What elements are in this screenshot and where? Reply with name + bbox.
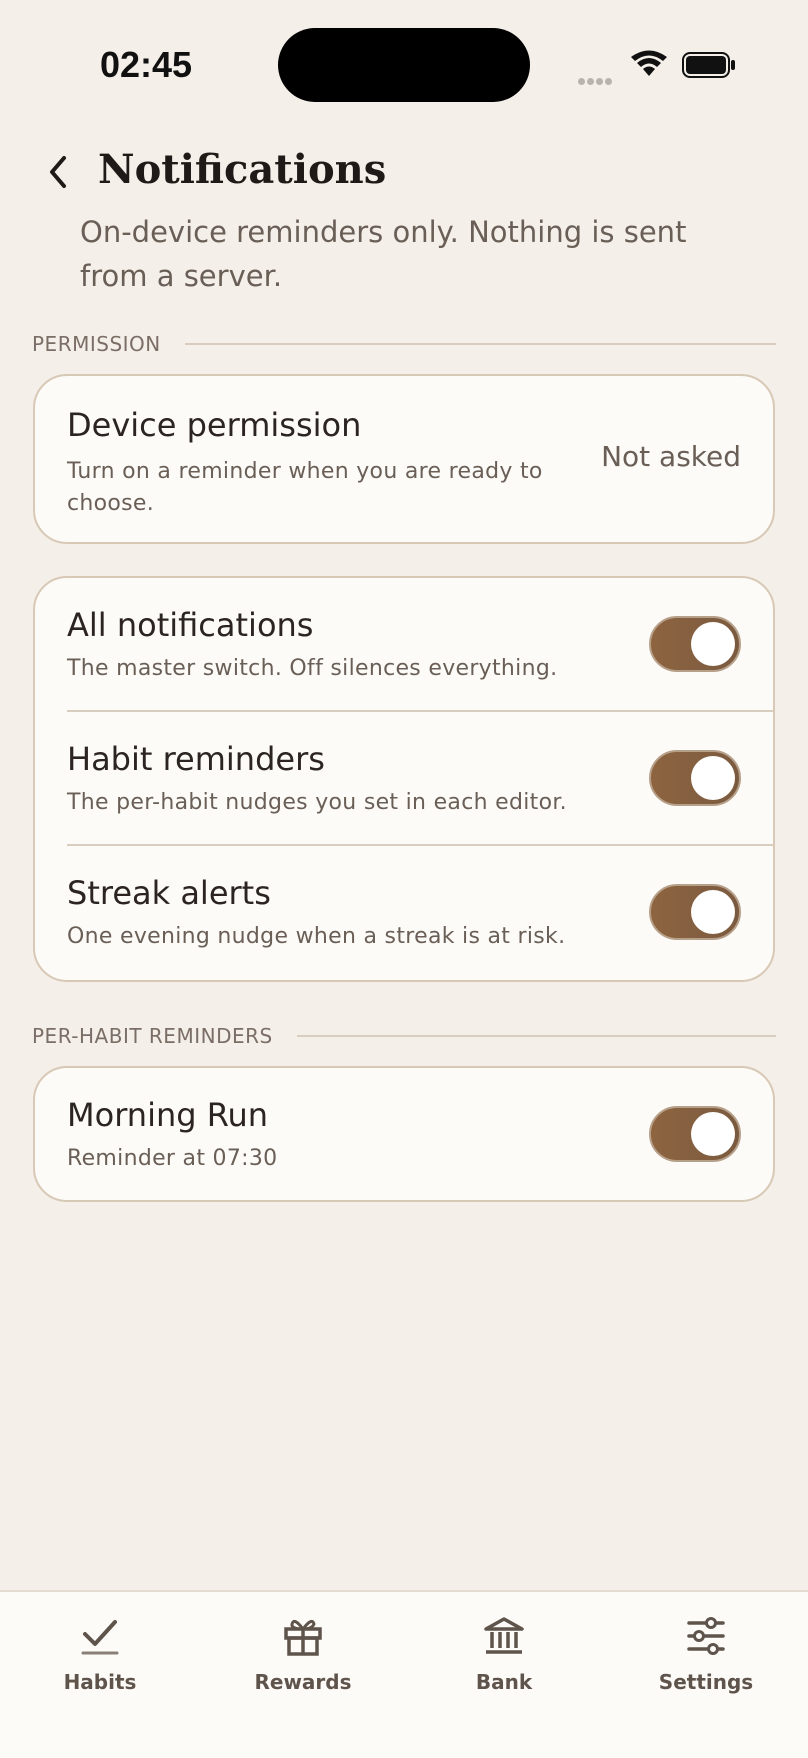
section-divider (296, 1035, 776, 1037)
tab-rewards[interactable]: Rewards (233, 1610, 373, 1694)
toggle-knob (691, 1112, 735, 1156)
permission-title: Device permission (67, 406, 362, 444)
toggle-knob (691, 890, 735, 934)
setting-title: Streak alerts (67, 874, 271, 912)
habit-name: Morning Run (67, 1096, 269, 1134)
setting-description: The master switch. Off silences everythi… (67, 656, 558, 681)
chevron-left-icon (50, 156, 66, 188)
habit-reminder-row[interactable]: Morning Run Reminder at 07:30 (35, 1068, 773, 1202)
gift-icon (233, 1610, 373, 1662)
toggle-knob (691, 622, 735, 666)
morning-run-toggle[interactable] (649, 1106, 741, 1162)
habit-reminders-toggle[interactable] (649, 750, 741, 806)
back-button[interactable] (40, 150, 76, 194)
setting-row-habit-reminders[interactable]: Habit reminders The per-habit nudges you… (35, 712, 773, 846)
status-time: 02:45 (100, 44, 193, 85)
section-header-permission: PERMISSION (32, 332, 776, 356)
battery-icon (682, 52, 736, 78)
permission-status[interactable]: Not asked (601, 440, 741, 473)
permission-description: Turn on a reminder when you are ready to… (67, 459, 543, 516)
streak-alerts-toggle[interactable] (649, 884, 741, 940)
setting-row-streak-alerts[interactable]: Streak alerts One evening nudge when a s… (35, 846, 773, 980)
setting-row-all-notifications[interactable]: All notifications The master switch. Off… (35, 578, 773, 712)
setting-description: One evening nudge when a streak is at ri… (67, 924, 566, 949)
tab-label: Habits (63, 1670, 137, 1694)
setting-title: All notifications (67, 606, 314, 644)
status-bar: 02:45 (0, 0, 808, 120)
tab-label: Rewards (254, 1670, 352, 1694)
toggle-knob (691, 756, 735, 800)
sliders-icon (636, 1610, 776, 1662)
tab-label: Settings (658, 1670, 754, 1694)
permission-card: Device permission Turn on a reminder whe… (33, 374, 775, 544)
section-header-per-habit: PER-HABIT REMINDERS (32, 1024, 776, 1048)
page-subtitle: On-device reminders only. Nothing is sen… (80, 215, 687, 293)
tab-habits[interactable]: Habits (30, 1610, 170, 1694)
habit-reminders-card: Morning Run Reminder at 07:30 (33, 1066, 775, 1202)
cellular-signal-icon (578, 70, 614, 89)
wifi-icon (630, 50, 668, 82)
tab-bank[interactable]: Bank (434, 1610, 574, 1694)
tab-label: Bank (475, 1670, 533, 1694)
section-label: PER-HABIT REMINDERS (32, 1024, 273, 1048)
setting-title: Habit reminders (67, 740, 325, 778)
tab-bar: Habits Rewards Bank Settings (0, 1590, 808, 1758)
section-label: PERMISSION (32, 332, 161, 356)
check-icon (30, 1610, 170, 1662)
tab-settings[interactable]: Settings (636, 1610, 776, 1694)
section-divider (184, 343, 776, 345)
page-title: Notifications (98, 146, 387, 193)
bank-icon (434, 1610, 574, 1662)
dynamic-island (278, 28, 530, 102)
all-notifications-toggle[interactable] (649, 616, 741, 672)
setting-description: The per-habit nudges you set in each edi… (67, 790, 567, 815)
habit-reminder-time: Reminder at 07:30 (67, 1146, 278, 1171)
notification-settings-card: All notifications The master switch. Off… (33, 576, 775, 982)
